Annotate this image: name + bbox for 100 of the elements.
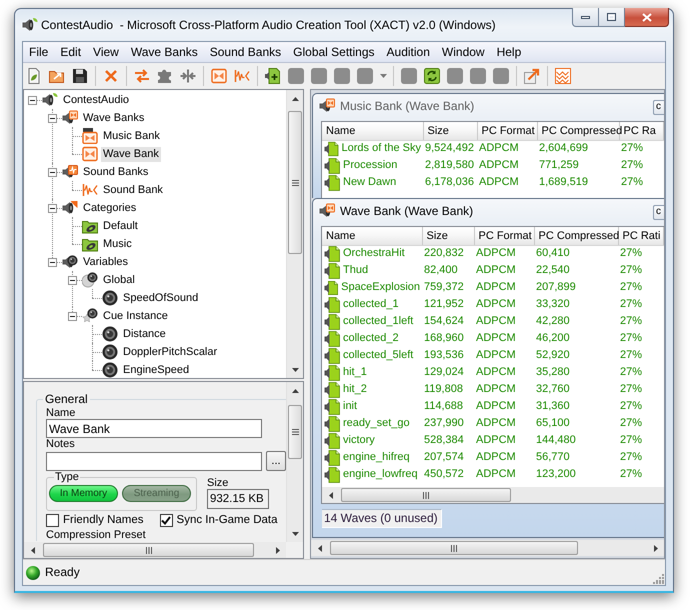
- menu-item[interactable]: Global Settings: [287, 42, 381, 62]
- checkbox[interactable]: [160, 514, 173, 527]
- resize-grip-icon[interactable]: [653, 573, 664, 584]
- column-header[interactable]: Name: [322, 122, 423, 140]
- arrow-down-icon: [292, 368, 299, 372]
- column-header[interactable]: PC Rati: [618, 227, 664, 245]
- arrow-right-icon: [654, 544, 658, 552]
- audio-file-icon: [324, 330, 340, 346]
- tree-item[interactable]: Sound Bank: [101, 182, 165, 198]
- toolbar-button[interactable]: [421, 65, 443, 87]
- table-cell-text: 154,624: [423, 314, 465, 329]
- title-bar-button[interactable]: c: [653, 204, 664, 220]
- checkbox[interactable]: [46, 514, 59, 527]
- table-cell-text: ADPCM: [475, 365, 517, 380]
- minimize-button[interactable]: [572, 8, 599, 27]
- tree-item[interactable]: Wave Banks: [81, 110, 146, 126]
- table-cell-text: 42,280: [535, 314, 571, 329]
- menu-item[interactable]: Wave Banks: [124, 42, 204, 62]
- tree-item[interactable]: Distance: [121, 326, 168, 342]
- close-button[interactable]: [625, 8, 669, 27]
- audio-file-icon: [324, 416, 340, 432]
- tree-item[interactable]: Global: [101, 272, 137, 288]
- table-cell: 220,832: [422, 245, 474, 262]
- column-header[interactable]: Size: [422, 227, 474, 245]
- speaker-tile-icon: [62, 110, 78, 126]
- arrow-left-icon: [318, 544, 322, 552]
- scrollbar-thumb[interactable]: [341, 488, 511, 502]
- wave-row[interactable]: OrchestraHit 220,832 ADPCM 60,410 27%: [322, 245, 664, 262]
- table-cell-text: ADPCM: [478, 158, 520, 173]
- title-bar-button[interactable]: c: [653, 100, 664, 114]
- tree-item[interactable]: DopplerPitchScalar: [121, 344, 220, 360]
- menu-item[interactable]: Window: [436, 42, 491, 62]
- audio-file-icon: [324, 280, 338, 296]
- collapse-toggle-icon[interactable]: [48, 168, 56, 176]
- collapse-toggle-icon[interactable]: [68, 312, 76, 320]
- speaker-tile-icon: [319, 203, 335, 219]
- menu-item[interactable]: Help: [490, 42, 528, 62]
- column-header[interactable]: PC Format: [474, 227, 534, 245]
- collapse-toggle-icon[interactable]: [68, 276, 76, 284]
- tree-item[interactable]: EngineSpeed: [121, 362, 192, 378]
- group-title: Type: [54, 471, 80, 483]
- tree-item[interactable]: Music Bank: [101, 128, 162, 144]
- checkmark-icon: [161, 516, 172, 525]
- table-cell-text: ADPCM: [475, 331, 517, 346]
- tree-item[interactable]: SpeedOfSound: [121, 290, 200, 306]
- maximize-button[interactable]: [599, 8, 625, 27]
- toggle-button[interactable]: In Memory: [49, 485, 118, 502]
- table-cell-text: 27%: [620, 158, 644, 173]
- table-cell-text: 31,360: [535, 399, 571, 414]
- tree-item[interactable]: Music: [101, 236, 134, 252]
- audio-file-icon: [324, 450, 340, 466]
- name-field[interactable]: Wave Bank: [46, 419, 262, 438]
- dropdown-arrow-icon: [380, 74, 386, 78]
- collapse-toggle-icon[interactable]: [28, 96, 36, 104]
- scrollbar-thumb[interactable]: [330, 541, 578, 555]
- column-header[interactable]: Name: [322, 227, 422, 245]
- field-label: Compression Preset: [46, 529, 147, 541]
- audio-file-icon: [324, 432, 340, 448]
- audio-file-icon: [324, 140, 338, 157]
- tree-item[interactable]: Cue Instance: [101, 308, 170, 324]
- tree-item[interactable]: Variables: [81, 254, 130, 270]
- collapse-toggle-icon[interactable]: [48, 204, 56, 212]
- new-document-icon: [26, 68, 42, 84]
- tree-item[interactable]: Default: [101, 218, 140, 234]
- speaker-icon: [42, 92, 58, 108]
- column-header[interactable]: PC Compressed: [534, 227, 618, 245]
- notes-field[interactable]: [46, 452, 262, 470]
- square-icon: [470, 68, 486, 84]
- table-cell-text: 528,384: [423, 433, 465, 448]
- arrow-right-icon: [276, 546, 280, 554]
- scrollbar-thumb[interactable]: [43, 543, 254, 557]
- audio-file-icon: [324, 314, 340, 330]
- scrollbar-thumb[interactable]: [288, 405, 302, 459]
- column-header[interactable]: Size: [423, 122, 477, 140]
- column-header[interactable]: PC Format: [477, 122, 537, 140]
- waveform-icon: [82, 182, 98, 198]
- square-icon: [357, 68, 373, 84]
- collapse-toggle-icon[interactable]: [48, 258, 56, 266]
- tree-item[interactable]: Sound Banks: [81, 164, 150, 180]
- column-header[interactable]: PC Compressed: [537, 122, 619, 140]
- scrollbar-thumb[interactable]: [288, 111, 302, 254]
- browse-button[interactable]: ...: [266, 451, 286, 471]
- tree-item[interactable]: Wave Bank: [101, 146, 161, 162]
- table-cell: 9,524,492: [423, 140, 477, 157]
- menu-item[interactable]: Sound Banks: [204, 42, 288, 62]
- wave-row[interactable]: Lords of the Sky 9,524,492 ADPCM 2,604,699 27%: [322, 140, 664, 157]
- tree-item[interactable]: ContestAudio: [61, 92, 132, 108]
- file-name: Lords of the Sky: [342, 142, 421, 156]
- table-cell-text: 35,280: [535, 365, 571, 380]
- knob-icon: [102, 290, 118, 306]
- bowtie-tile-icon: [211, 68, 227, 84]
- tree-item[interactable]: Categories: [81, 200, 138, 216]
- menu-item[interactable]: Edit: [54, 42, 88, 62]
- table-cell-text: ADPCM: [475, 467, 517, 482]
- menu-item[interactable]: View: [87, 42, 125, 62]
- menu-item[interactable]: File: [23, 42, 54, 62]
- table-cell-text: ADPCM: [475, 450, 517, 465]
- size-field: 932.15 KB: [207, 489, 269, 509]
- collapse-toggle-icon[interactable]: [48, 114, 56, 122]
- menu-item[interactable]: Audition: [380, 42, 436, 62]
